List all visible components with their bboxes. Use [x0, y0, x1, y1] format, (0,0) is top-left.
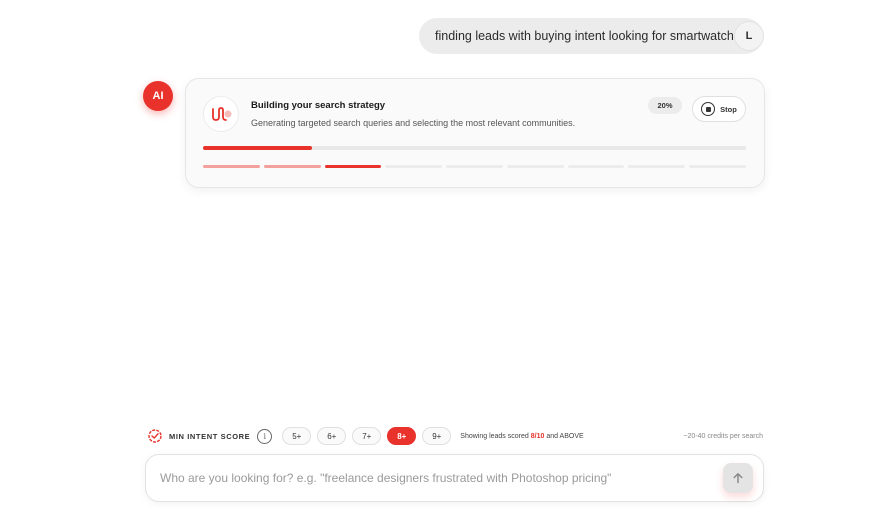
showing-prefix: Showing leads scored [460, 432, 529, 440]
step-indicator [567, 165, 625, 168]
card-subtitle: Generating targeted search queries and s… [251, 118, 576, 128]
step-indicator [689, 165, 747, 168]
card-title: Building your search strategy [251, 100, 386, 111]
step-indicator [506, 165, 564, 168]
intent-score-option[interactable]: 5+ [282, 427, 312, 445]
step-indicators [203, 165, 747, 168]
info-icon[interactable]: i [257, 428, 273, 444]
search-strategy-icon [203, 96, 239, 132]
user-message-bubble: finding leads with buying intent looking… [419, 18, 763, 54]
step-indicator [324, 165, 382, 168]
stop-button[interactable]: Stop [692, 96, 746, 122]
intent-score-option[interactable]: 9+ [422, 427, 452, 445]
step-indicator [385, 165, 443, 168]
intent-score-row: MIN INTENT SCORE i 5+ 6+ 7+ 8+ 9+ Showing le… [147, 425, 763, 447]
arrow-up-icon [733, 473, 743, 484]
send-button[interactable] [723, 463, 753, 493]
ai-avatar: AI [143, 81, 173, 111]
user-avatar: L [734, 21, 764, 51]
credits-estimate: ~20-40 credits per search [683, 432, 763, 440]
lead-search-input[interactable] [160, 455, 700, 501]
step-indicator [446, 165, 503, 168]
intent-score-label: MIN INTENT SCORE [169, 431, 251, 441]
step-indicator [628, 165, 686, 168]
target-badge-icon [147, 428, 163, 444]
intent-score-options: 5+ 6+ 7+ 8+ 9+ [282, 427, 452, 445]
showing-score-value: 8/10 [530, 432, 545, 440]
composer [145, 454, 764, 502]
stop-button-label: Stop [720, 104, 737, 114]
showing-suffix: and ABOVE [546, 432, 584, 440]
showing-leads-text: Showing leads scored 8/10 and ABOVE [460, 433, 583, 440]
progress-bar-fill [203, 146, 312, 150]
intent-score-option[interactable]: 8+ [387, 427, 417, 445]
intent-score-option[interactable]: 7+ [352, 427, 382, 445]
progress-bar [203, 146, 746, 150]
strategy-progress-card: Building your search strategy Generating… [185, 78, 765, 188]
intent-score-option[interactable]: 6+ [317, 427, 347, 445]
step-indicator [203, 165, 260, 168]
progress-percent-badge: 20% [648, 97, 682, 114]
stop-icon [701, 102, 716, 116]
user-message-row: finding leads with buying intent looking… [419, 18, 763, 54]
step-indicator [263, 165, 321, 168]
